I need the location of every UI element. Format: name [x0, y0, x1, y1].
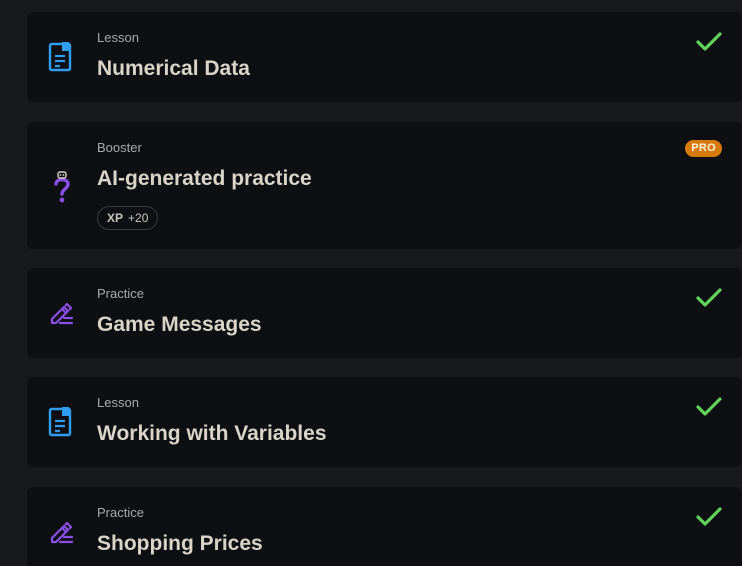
item-type-label: Practice — [97, 286, 144, 301]
lesson-document-icon — [47, 41, 75, 73]
xp-value: +20 — [128, 211, 149, 225]
item-type-label: Booster — [97, 140, 142, 155]
practice-pencil-icon — [47, 297, 75, 329]
list-item-practice[interactable]: Practice Game Messages — [27, 268, 742, 358]
practice-pencil-icon — [47, 516, 75, 548]
completed-check-icon — [696, 287, 722, 309]
ai-question-icon — [47, 170, 75, 203]
item-type-label: Lesson — [97, 395, 139, 410]
item-title: Working with Variables — [97, 422, 327, 445]
xp-label: XP — [107, 211, 124, 225]
list-item-booster[interactable]: Booster AI-generated practice PRO XP +20 — [27, 122, 742, 249]
item-type-label: Practice — [97, 505, 144, 520]
pro-badge: PRO — [685, 140, 722, 157]
completed-check-icon — [696, 506, 722, 528]
xp-reward-chip: XP +20 — [97, 206, 159, 230]
item-title: Numerical Data — [97, 57, 250, 80]
list-item-practice[interactable]: Practice Shopping Prices — [27, 487, 742, 566]
completed-check-icon — [696, 31, 722, 53]
lesson-document-icon — [47, 406, 75, 438]
course-item-list: Lesson Numerical Data Booster AI-generat… — [0, 0, 742, 566]
item-title: Shopping Prices — [97, 532, 263, 555]
item-title: Game Messages — [97, 313, 262, 336]
completed-check-icon — [696, 396, 722, 418]
list-item-lesson[interactable]: Lesson Working with Variables — [27, 377, 742, 467]
item-title: AI-generated practice — [97, 167, 312, 190]
item-type-label: Lesson — [97, 30, 139, 45]
list-item-lesson[interactable]: Lesson Numerical Data — [27, 12, 742, 102]
